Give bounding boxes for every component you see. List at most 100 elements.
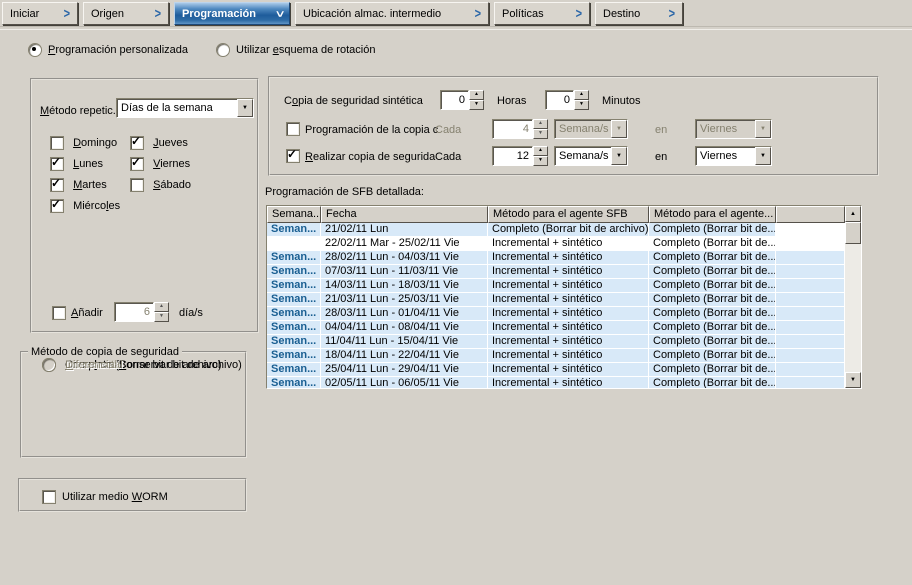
interval-spinner[interactable]: 4 ▲ ▼	[492, 119, 548, 139]
interval-unit-combobox[interactable]: Semana/s ▼	[554, 146, 628, 166]
row-checkbox[interactable]: ✓	[286, 149, 300, 163]
checkbox[interactable]: ✓	[130, 157, 144, 171]
hours-value[interactable]: 0	[440, 90, 469, 110]
worm-checkbox[interactable]: ✓	[42, 490, 56, 504]
cell-fecha: 28/02/11 Lun - 04/03/11 Vie	[321, 251, 488, 264]
spin-down-button[interactable]: ▼	[533, 129, 548, 139]
add-days-label[interactable]: Añadir	[71, 307, 103, 319]
checkbox[interactable]: ✓	[130, 136, 144, 150]
tab-label: Ubicación almac. intermedio	[303, 8, 441, 20]
caret-down-icon[interactable]: ▼	[611, 147, 627, 165]
checkbox[interactable]: ✓	[50, 178, 64, 192]
table-body: Seman... 21/02/11 Lun Completo (Borrar b…	[267, 223, 861, 388]
cell-empty	[776, 363, 845, 376]
cell-metodo-agente: Completo (Borrar bit de...	[649, 307, 776, 320]
cell-metodo-sfb: Completo (Borrar bit de archivo)	[488, 223, 649, 236]
tab-label: Destino	[603, 8, 640, 20]
worm-label[interactable]: Utilizar medio WORM	[62, 491, 168, 503]
spin-down-button[interactable]: ▼	[469, 100, 484, 110]
cell-fecha: 21/02/11 Lun	[321, 223, 488, 236]
table-row[interactable]: Seman... 02/05/11 Lun - 06/05/11 Vie Inc…	[267, 377, 861, 388]
table-row[interactable]: Seman... 25/04/11 Lun - 29/04/11 Vie Inc…	[267, 363, 861, 377]
day-checkbox-martes[interactable]: ✓ Martes	[50, 178, 130, 192]
minutes-value[interactable]: 0	[545, 90, 574, 110]
hours-label: Horas	[497, 95, 526, 107]
header-metodo-agente[interactable]: Método para el agente...	[649, 206, 776, 223]
cell-empty	[776, 223, 845, 236]
table-row[interactable]: Seman... 07/03/11 Lun - 11/03/11 Vie Inc…	[267, 265, 861, 279]
day-checkbox-lunes[interactable]: ✓ Lunes	[50, 157, 130, 171]
cell-metodo-agente: Completo (Borrar bit de...	[649, 363, 776, 376]
caret-down-icon[interactable]: ▼	[237, 99, 253, 117]
add-days-value: 6	[114, 302, 154, 322]
scrollbar-track[interactable]	[845, 222, 861, 372]
table-row[interactable]: Seman... 18/04/11 Lun - 22/04/11 Vie Inc…	[267, 349, 861, 363]
day-checkbox-s-bado[interactable]: ✓ Sábado	[130, 178, 225, 192]
interval-value[interactable]: 4	[492, 119, 533, 139]
tab-pol-ticas[interactable]: Políticas >	[494, 2, 590, 25]
tab-iniciar[interactable]: Iniciar >	[2, 2, 78, 25]
spin-down-button[interactable]: ▼	[574, 100, 589, 110]
day-checkbox-jueves[interactable]: ✓ Jueves	[130, 136, 225, 150]
interval-value[interactable]: 12	[492, 146, 533, 166]
spin-up-button[interactable]: ▲	[533, 146, 548, 156]
backup-method-option-diferencial[interactable]: Diferencial	[42, 358, 117, 372]
checkbox[interactable]: ✓	[130, 178, 144, 192]
cell-metodo-agente: Completo (Borrar bit de...	[649, 279, 776, 292]
table-row[interactable]: Seman... 04/04/11 Lun - 08/04/11 Vie Inc…	[267, 321, 861, 335]
tab-programaci-n[interactable]: Programación >	[174, 2, 290, 25]
row-checkbox[interactable]: ✓	[286, 122, 300, 136]
row-checkbox-label[interactable]: Programación de la copia c	[305, 124, 438, 136]
day-checkbox-domingo[interactable]: ✓ Domingo	[50, 136, 130, 150]
table-row[interactable]: Seman... 28/03/11 Lun - 01/04/11 Vie Inc…	[267, 307, 861, 321]
caret-down-icon[interactable]: ▼	[755, 147, 771, 165]
checkbox[interactable]: ✓	[50, 199, 64, 213]
checkbox[interactable]: ✓	[50, 157, 64, 171]
rotation-schedule-label[interactable]: Utilizar esquema de rotación	[236, 44, 375, 56]
table-row[interactable]: 22/02/11 Mar - 25/02/11 Vie Incremental …	[267, 237, 861, 251]
cell-semana: Seman...	[267, 321, 321, 334]
table-row[interactable]: Seman... 28/02/11 Lun - 04/03/11 Vie Inc…	[267, 251, 861, 265]
weekday-combobox[interactable]: Viernes ▼	[695, 119, 772, 139]
scroll-down-button[interactable]: ▼	[845, 372, 861, 388]
cell-semana: Seman...	[267, 251, 321, 264]
weekday-combobox[interactable]: Viernes ▼	[695, 146, 772, 166]
header-fecha[interactable]: Fecha	[321, 206, 488, 223]
tab-origen[interactable]: Origen >	[83, 2, 169, 25]
header-semana[interactable]: Semana...	[267, 206, 321, 223]
interval-spinner[interactable]: 12 ▲ ▼	[492, 146, 548, 166]
spin-up-button[interactable]: ▲	[533, 119, 548, 129]
checkbox[interactable]: ✓	[50, 136, 64, 150]
cell-metodo-agente: Completo (Borrar bit de...	[649, 237, 776, 250]
rotation-schedule-radio[interactable]	[216, 43, 230, 57]
tab-destino[interactable]: Destino >	[595, 2, 683, 25]
repeat-method-combobox[interactable]: Días de la semana ▼	[116, 98, 254, 118]
radio-button[interactable]	[42, 358, 56, 372]
caret-down-icon[interactable]: ▼	[755, 120, 771, 138]
day-checkbox-viernes[interactable]: ✓ Viernes	[130, 157, 225, 171]
custom-schedule-radio[interactable]	[28, 43, 42, 57]
custom-schedule-label[interactable]: Programación personalizada	[48, 44, 188, 56]
table-row[interactable]: Seman... 21/03/11 Lun - 25/03/11 Vie Inc…	[267, 293, 861, 307]
spin-up-button[interactable]: ▲	[574, 90, 589, 100]
vertical-scrollbar[interactable]: ▲ ▼	[845, 206, 861, 388]
table-row[interactable]: Seman... 14/03/11 Lun - 18/03/11 Vie Inc…	[267, 279, 861, 293]
cell-metodo-sfb: Incremental + sintético	[488, 321, 649, 334]
add-days-checkbox[interactable]: ✓	[52, 306, 66, 320]
spin-up-button[interactable]: ▲	[469, 90, 484, 100]
day-checkbox-mi-rcoles[interactable]: ✓ Miércoles	[50, 199, 130, 213]
header-metodo-sfb[interactable]: Método para el agente SFB	[488, 206, 649, 223]
minutes-spinner[interactable]: 0 ▲ ▼	[545, 90, 589, 110]
table-row[interactable]: Seman... 21/02/11 Lun Completo (Borrar b…	[267, 223, 861, 237]
tab-ubicaci-n-almac-intermedio[interactable]: Ubicación almac. intermedio >	[295, 2, 489, 25]
table-row[interactable]: Seman... 11/04/11 Lun - 15/04/11 Vie Inc…	[267, 335, 861, 349]
cell-semana: Seman...	[267, 349, 321, 362]
spin-down-button[interactable]: ▼	[533, 156, 548, 166]
interval-unit-combobox[interactable]: Semana/s ▼	[554, 119, 628, 139]
cell-semana: Seman...	[267, 265, 321, 278]
scroll-up-button[interactable]: ▲	[845, 206, 861, 222]
row-checkbox-label[interactable]: Realizar copia de segurida	[305, 151, 435, 163]
caret-down-icon[interactable]: ▼	[611, 120, 627, 138]
hours-spinner[interactable]: 0 ▲ ▼	[440, 90, 484, 110]
scrollbar-thumb[interactable]	[845, 222, 861, 244]
